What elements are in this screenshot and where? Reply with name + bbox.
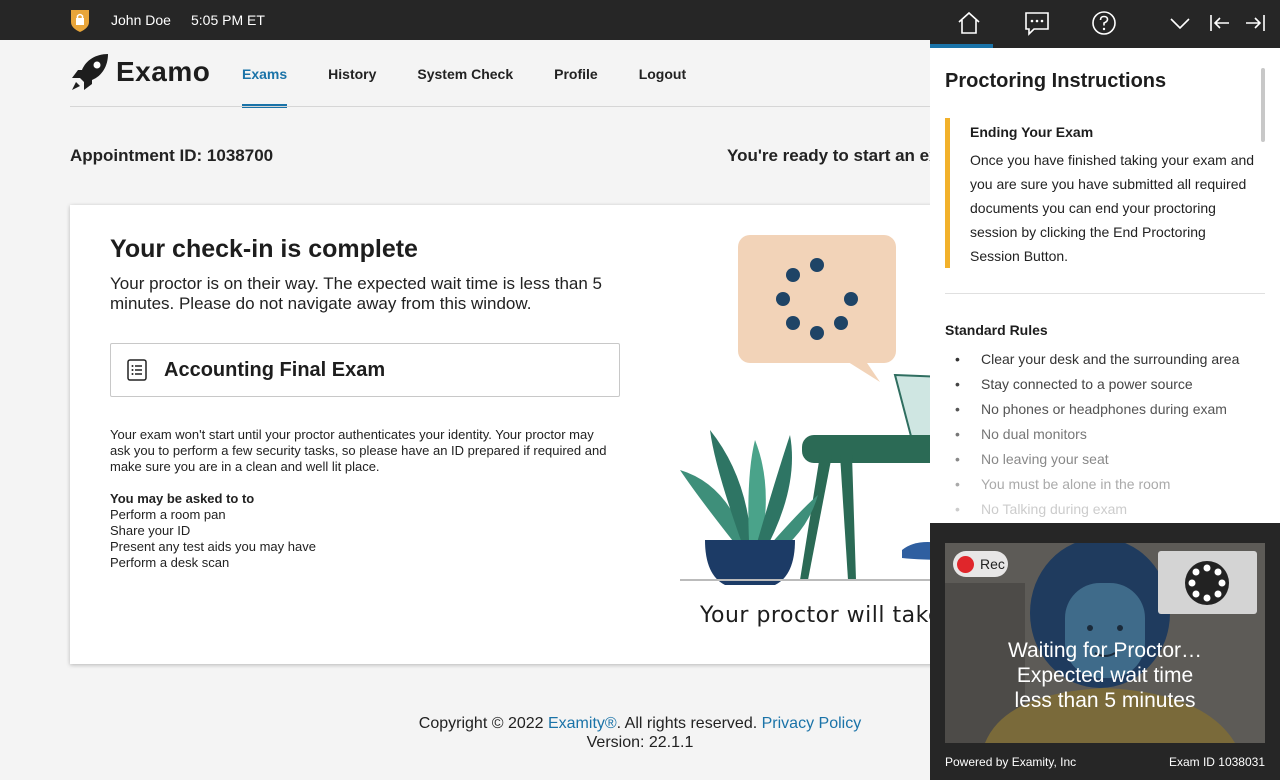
dock-left-button[interactable]: [1205, 8, 1235, 38]
asked-item: Present any test aids you may have: [110, 539, 316, 554]
current-time: 5:05 PM ET: [191, 12, 265, 28]
rule-text: No phones or headphones during exam: [981, 401, 1227, 417]
home-tab-indicator: [930, 44, 993, 48]
version-text: Version: 22.1.1: [586, 734, 694, 751]
nav-exams[interactable]: Exams: [242, 40, 288, 108]
panel-title: Proctoring Instructions: [945, 70, 1167, 92]
header-divider: [70, 106, 930, 107]
loading-spinner-icon: [1185, 561, 1229, 605]
chevron-down-icon: [1170, 18, 1190, 30]
arrow-to-right-icon: [1246, 15, 1265, 31]
document-list-icon: [127, 359, 147, 381]
exam-name-box: Accounting Final Exam: [110, 343, 620, 397]
exam-id: Exam ID 1038031: [1168, 755, 1265, 769]
copyright-text: Copyright © 2022: [418, 715, 544, 732]
nav-profile[interactable]: Profile: [554, 40, 598, 107]
record-dot-icon: [957, 555, 974, 573]
rule-item: • Clear your desk and the surrounding are…: [945, 347, 1265, 372]
waiting-line: Expected wait time: [1016, 664, 1194, 687]
ready-message: You're ready to start an ex: [727, 146, 939, 165]
exam-info-text: Your exam won't start until your proctor…: [110, 427, 607, 474]
nav-logout[interactable]: Logout: [639, 40, 686, 107]
video-area: Rec Waiting for Proctor… Expected wait t…: [930, 523, 1280, 780]
logo-text: Examo: [116, 56, 211, 87]
copyright-line: Copyright © 2022 Examity®. All rights re…: [340, 714, 940, 733]
ending-exam-callout: Ending Your Exam Once you have finished …: [945, 118, 1255, 268]
rule-text: Stay connected to a power source: [981, 376, 1193, 392]
arrow-to-left-icon: [1210, 15, 1229, 31]
main-nav: Exams History System Check Profile Logou…: [242, 40, 727, 108]
asked-list: Perform a room pan Share your ID Present…: [110, 507, 316, 571]
appointment-id: Appointment ID: 1038700: [70, 146, 274, 165]
rules-list: • Clear your desk and the surrounding are…: [945, 347, 1265, 517]
proctoring-panel: Proctoring Instructions Ending Your Exam…: [930, 0, 1280, 780]
collapse-button[interactable]: [1165, 8, 1195, 38]
chat-icon: [1025, 12, 1049, 36]
rule-text: You must be alone in the room: [981, 476, 1171, 492]
waiting-line: less than 5 minutes: [1014, 689, 1196, 712]
examity-link[interactable]: Examity®: [548, 715, 617, 732]
waiting-line: Waiting for Proctor…: [1007, 639, 1203, 662]
rec-label: Rec: [980, 556, 1005, 572]
chat-button[interactable]: [1022, 8, 1052, 38]
panel-toolbar: [930, 0, 1280, 48]
rules-title: Standard Rules: [945, 322, 1048, 338]
dock-right-button[interactable]: [1240, 8, 1270, 38]
rule-item: • No leaving your seat: [945, 447, 1265, 472]
privacy-policy-link[interactable]: Privacy Policy: [762, 715, 862, 732]
rocket-logo-icon: [72, 54, 108, 90]
callout-title: Ending Your Exam: [970, 124, 1094, 140]
proctor-video: Rec Waiting for Proctor… Expected wait t…: [945, 543, 1265, 743]
rights-text: . All rights reserved.: [616, 715, 758, 732]
help-button[interactable]: [1089, 8, 1119, 38]
help-icon: [1092, 11, 1116, 35]
checkin-card: Your check-in is complete Your proctor i…: [70, 205, 970, 664]
rule-text: Clear your desk and the surrounding area: [981, 351, 1240, 367]
asked-item: Perform a room pan: [110, 507, 226, 522]
rule-text: No leaving your seat: [981, 451, 1109, 467]
checkin-title: Your check-in is complete: [110, 235, 418, 263]
powered-by: Powered by Examity, Inc: [945, 755, 1077, 769]
footer: Copyright © 2022 Examity®. All rights re…: [340, 714, 940, 752]
rule-text: No Talking during exam: [981, 501, 1128, 517]
waiting-message: Waiting for Proctor… Expected wait time …: [945, 638, 1265, 713]
home-icon: [958, 11, 980, 34]
rule-text: No dual monitors: [981, 426, 1087, 442]
user-name: John Doe: [111, 12, 171, 28]
nav-system-check[interactable]: System Check: [417, 40, 513, 107]
examo-logo[interactable]: Examo: [70, 52, 210, 92]
self-view-thumbnail[interactable]: [1158, 551, 1257, 614]
rule-item: • Stay connected to a power source: [945, 372, 1265, 397]
nav-history[interactable]: History: [328, 40, 376, 107]
waiting-illustration: [680, 235, 970, 585]
rule-item: • No dual monitors: [945, 422, 1265, 447]
proctor-take-text: Your proctor will take: [700, 603, 943, 628]
home-button[interactable]: [954, 8, 984, 38]
panel-divider: [945, 293, 1265, 294]
recording-indicator: Rec: [953, 551, 1008, 577]
rule-item: • No phones or headphones during exam: [945, 397, 1265, 422]
checkin-subtitle: Your proctor is on their way. The expect…: [110, 274, 602, 313]
rule-item: • No Talking during exam: [945, 497, 1265, 517]
lock-shield-icon: [71, 10, 89, 32]
asked-item: Perform a desk scan: [110, 555, 230, 570]
exam-name: Accounting Final Exam: [164, 358, 386, 381]
asked-item: Share your ID: [110, 523, 191, 538]
callout-body: Once you have finished taking your exam …: [970, 152, 1255, 264]
panel-scrollbar[interactable]: [1261, 68, 1265, 142]
asked-title: You may be asked to to: [110, 491, 255, 506]
rule-item: • You must be alone in the room: [945, 472, 1265, 497]
